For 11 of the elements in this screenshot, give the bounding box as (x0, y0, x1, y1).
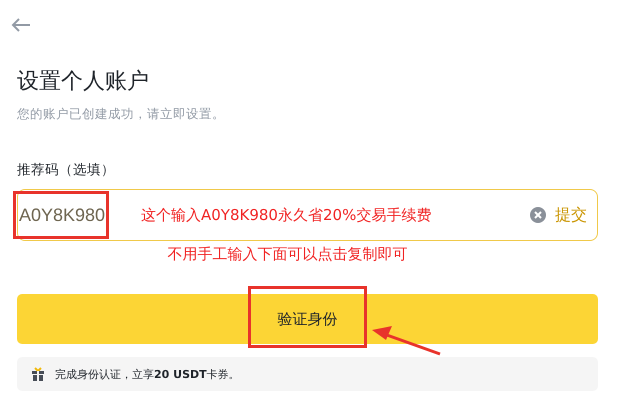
verify-identity-button[interactable]: 验证身份 (17, 294, 598, 344)
gift-icon (31, 367, 45, 381)
clear-icon[interactable] (529, 206, 547, 224)
annotation-text: 不用手工输入下面可以点击复制即可 (168, 245, 408, 264)
promo-text: 完成身份认证，立享20 USDT卡券。 (55, 366, 240, 382)
arrow-icon (372, 326, 442, 356)
back-arrow-icon (11, 18, 31, 32)
page-subtitle: 您的账户已创建成功，请立即设置。 (17, 106, 226, 123)
page-title: 设置个人账户 (17, 68, 150, 96)
annotation-text: 这个输入A0Y8K980永久省20%交易手续费 (141, 206, 432, 224)
field-label: 推荐码（选填） (17, 161, 116, 179)
